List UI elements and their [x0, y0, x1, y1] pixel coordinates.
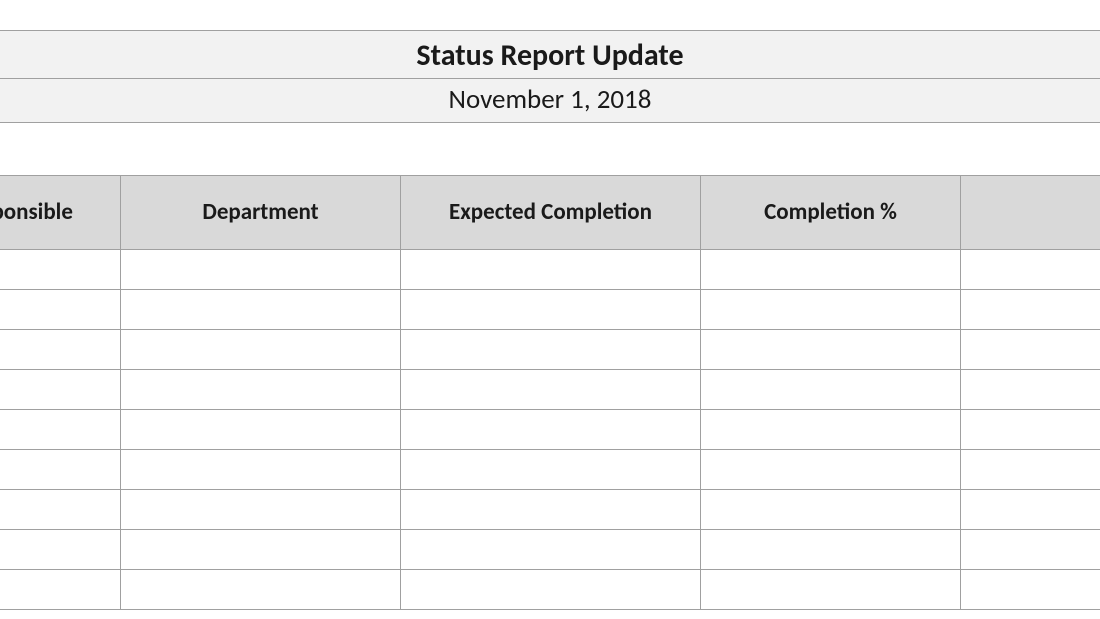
table-row: [0, 250, 1100, 290]
table-row: [0, 450, 1100, 490]
cell-department[interactable]: [121, 490, 401, 530]
cell-expected_completion[interactable]: [401, 290, 701, 330]
cell-completion_pct[interactable]: [701, 370, 961, 410]
cell-expected_completion[interactable]: [401, 570, 701, 610]
cell-completion_pct[interactable]: [701, 530, 961, 570]
cell-responsible[interactable]: [0, 370, 121, 410]
status-table: Responsible Department Expected Completi…: [0, 175, 1100, 610]
cell-responsible[interactable]: [0, 250, 121, 290]
cell-expected_completion[interactable]: [401, 330, 701, 370]
cell-last[interactable]: [961, 530, 1100, 570]
report-title: Status Report Update: [0, 30, 1100, 79]
col-last[interactable]: Last: [961, 176, 1100, 250]
cell-last[interactable]: [961, 490, 1100, 530]
cell-expected_completion[interactable]: [401, 450, 701, 490]
cell-department[interactable]: [121, 570, 401, 610]
cell-completion_pct[interactable]: [701, 490, 961, 530]
cell-expected_completion[interactable]: [401, 530, 701, 570]
cell-completion_pct[interactable]: [701, 290, 961, 330]
cell-responsible[interactable]: [0, 330, 121, 370]
cell-expected_completion[interactable]: [401, 490, 701, 530]
cell-completion_pct[interactable]: [701, 250, 961, 290]
cell-last[interactable]: [961, 450, 1100, 490]
col-expected-completion[interactable]: Expected Completion: [401, 176, 701, 250]
cell-last[interactable]: [961, 370, 1100, 410]
cell-completion_pct[interactable]: [701, 410, 961, 450]
table-row: [0, 330, 1100, 370]
cell-responsible[interactable]: [0, 490, 121, 530]
cell-responsible[interactable]: [0, 290, 121, 330]
cell-department[interactable]: [121, 410, 401, 450]
cell-responsible[interactable]: [0, 570, 121, 610]
table-header-row: Responsible Department Expected Completi…: [0, 176, 1100, 250]
cell-department[interactable]: [121, 290, 401, 330]
table-row: [0, 530, 1100, 570]
report-date: November 1, 2018: [0, 79, 1100, 123]
cell-completion_pct[interactable]: [701, 570, 961, 610]
cell-department[interactable]: [121, 450, 401, 490]
cell-department[interactable]: [121, 530, 401, 570]
cell-department[interactable]: [121, 250, 401, 290]
col-department[interactable]: Department: [121, 176, 401, 250]
table-row: [0, 370, 1100, 410]
cell-responsible[interactable]: [0, 450, 121, 490]
cell-last[interactable]: [961, 290, 1100, 330]
table-row: [0, 570, 1100, 610]
col-completion-percent[interactable]: Completion %: [701, 176, 961, 250]
cell-last[interactable]: [961, 330, 1100, 370]
cell-last[interactable]: [961, 410, 1100, 450]
table-row: [0, 490, 1100, 530]
cell-expected_completion[interactable]: [401, 250, 701, 290]
cell-completion_pct[interactable]: [701, 330, 961, 370]
table-row: [0, 290, 1100, 330]
cell-department[interactable]: [121, 370, 401, 410]
cell-expected_completion[interactable]: [401, 370, 701, 410]
table-row: [0, 410, 1100, 450]
col-responsible[interactable]: Responsible: [0, 176, 121, 250]
cell-responsible[interactable]: [0, 530, 121, 570]
cell-last[interactable]: [961, 570, 1100, 610]
cell-completion_pct[interactable]: [701, 450, 961, 490]
cell-last[interactable]: [961, 250, 1100, 290]
cell-responsible[interactable]: [0, 410, 121, 450]
cell-expected_completion[interactable]: [401, 410, 701, 450]
cell-department[interactable]: [121, 330, 401, 370]
